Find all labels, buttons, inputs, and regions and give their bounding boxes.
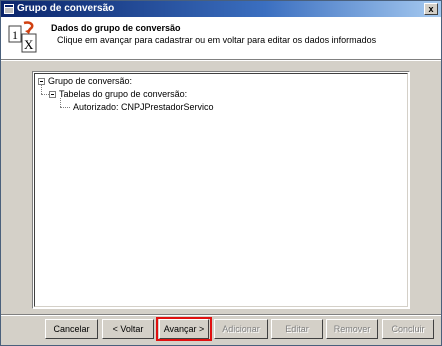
finish-button[interactable]: Concluir (382, 319, 434, 339)
tree-view[interactable]: Grupo de conversão: Tabelas do grupo de … (32, 71, 410, 309)
remove-button[interactable]: Remover (326, 319, 378, 339)
tree-connector (41, 85, 42, 94)
footer-divider-highlight (1, 315, 441, 316)
window-icon (4, 4, 14, 14)
title-bar[interactable]: Grupo de conversão x (1, 1, 441, 17)
window-title: Grupo de conversão (17, 3, 115, 14)
page-title: Dados do grupo de conversão (51, 23, 181, 33)
tree-node-leaf[interactable]: Autorizado: CNPJPrestadorServico (73, 102, 214, 112)
tree-view-inner: Grupo de conversão: Tabelas do grupo de … (34, 73, 408, 307)
icon-digit: 1 (12, 28, 18, 42)
header-divider (1, 60, 441, 61)
cancel-button[interactable]: Cancelar (45, 319, 98, 339)
icon-letter: X (24, 37, 34, 52)
wizard-header: 1 X Dados do grupo de conversão Clique e… (1, 17, 441, 60)
conversion-icon: 1 X (8, 21, 37, 53)
collapse-child-icon[interactable] (49, 91, 56, 98)
tree-node-root[interactable]: Grupo de conversão: (48, 76, 132, 86)
close-icon: x (428, 4, 434, 14)
close-button[interactable]: x (424, 3, 438, 15)
highlight-box (156, 317, 212, 341)
tree-connector (60, 107, 70, 108)
edit-button[interactable]: Editar (271, 319, 323, 339)
back-button[interactable]: < Voltar (102, 319, 154, 339)
collapse-root-icon[interactable] (38, 78, 45, 85)
tree-connector (41, 94, 49, 95)
add-button[interactable]: Adicionar (214, 319, 268, 339)
tree-connector (60, 98, 61, 107)
wizard-window: Grupo de conversão x 1 X Dados do grupo … (0, 0, 442, 346)
tree-node-tables[interactable]: Tabelas do grupo de conversão: (59, 89, 187, 99)
page-subtitle: Clique em avançar para cadastrar ou em v… (57, 35, 377, 45)
